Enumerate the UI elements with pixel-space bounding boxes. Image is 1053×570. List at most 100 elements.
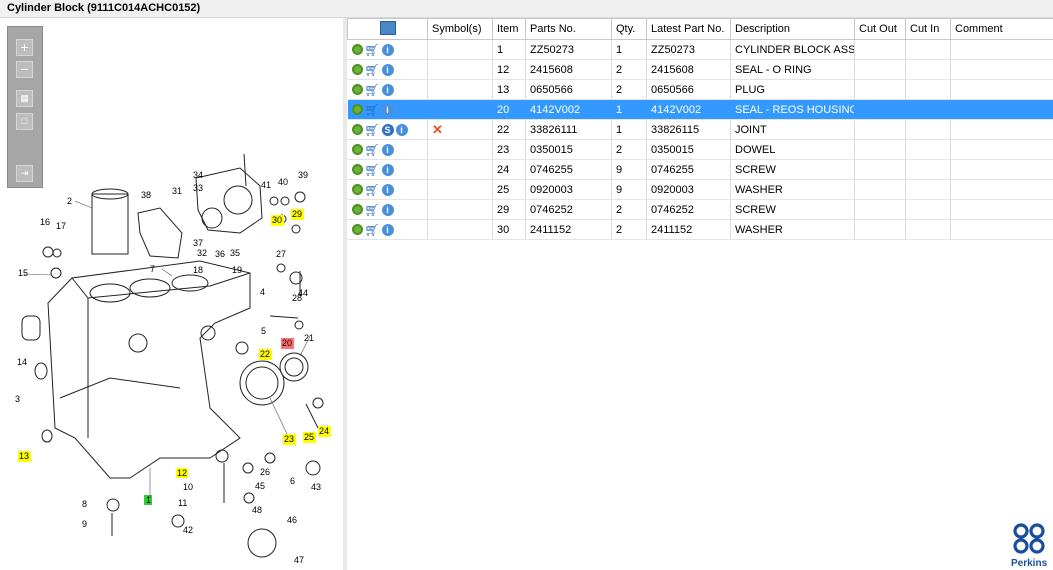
gear-icon[interactable] <box>351 64 363 76</box>
gear-icon[interactable] <box>351 204 363 216</box>
cell-item[interactable]: 12 <box>492 59 526 80</box>
info-icon[interactable]: i <box>381 103 394 116</box>
cell-cut-out[interactable] <box>854 219 906 240</box>
cell-comment[interactable] <box>950 99 1053 120</box>
table-row[interactable]: 🛒︎i1ZZ502731ZZ50273CYLINDER BLOCK ASSEMB… <box>347 39 1053 60</box>
cell-description[interactable]: SEAL - O RING <box>730 59 855 80</box>
cart-icon[interactable]: 🛒︎ <box>365 104 380 116</box>
cart-icon[interactable]: 🛒︎ <box>365 84 380 96</box>
column-header-qty[interactable]: Qty. <box>611 18 647 40</box>
cell-parts-no[interactable]: 2415608 <box>525 59 612 80</box>
cart-icon[interactable]: 🛒︎ <box>365 184 380 196</box>
actual-size-icon[interactable]: □ <box>16 113 33 130</box>
cell-description[interactable]: CYLINDER BLOCK ASSEMBLY <box>730 39 855 60</box>
cell-latest-part-no[interactable]: 2411152 <box>646 219 731 240</box>
cell-cut-out[interactable] <box>854 119 906 140</box>
cell-comment[interactable] <box>950 119 1053 140</box>
cell-item[interactable]: 20 <box>492 99 526 120</box>
cart-icon[interactable]: 🛒︎ <box>365 204 380 216</box>
cell-cut-out[interactable] <box>854 199 906 220</box>
cell-description[interactable]: DOWEL <box>730 139 855 160</box>
cell-qty[interactable]: 9 <box>611 179 647 200</box>
diagram-pane[interactable]: + − ▦ □ ⇥ 1 2 3 4 5 6 7 8 9 10 11 12 13 … <box>0 18 343 570</box>
table-row[interactable]: 🛒︎ i 30 2411152 2 2411152 WASHER <box>347 219 1053 240</box>
cell-latest-part-no[interactable]: 0650566 <box>646 79 731 100</box>
cell-latest-part-no[interactable]: ZZ50273 <box>646 39 731 60</box>
cell-parts-no[interactable]: 33826111 <box>525 119 612 140</box>
gear-icon[interactable] <box>351 144 363 156</box>
fit-page-icon[interactable]: ▦ <box>16 90 33 107</box>
cell-cut-out[interactable] <box>854 99 906 120</box>
cell-cut-out[interactable] <box>854 79 906 100</box>
table-row[interactable]: 🛒︎ i 29 0746252 2 0746252 SCREW <box>347 199 1053 220</box>
column-header-latest-part-no[interactable]: Latest Part No. <box>646 18 731 40</box>
cell-parts-no[interactable]: 0650566 <box>525 79 612 100</box>
cell-cut-in[interactable] <box>905 79 951 100</box>
gear-icon[interactable] <box>351 44 363 56</box>
cell-comment[interactable] <box>950 139 1053 160</box>
cell-item[interactable]: 1 <box>492 39 526 60</box>
cell-cut-in[interactable] <box>905 199 951 220</box>
cell-description[interactable]: WASHER <box>730 179 855 200</box>
cell-cut-in[interactable] <box>905 39 951 60</box>
cell-comment[interactable] <box>950 219 1053 240</box>
cell-cut-in[interactable] <box>905 119 951 140</box>
cell-item[interactable]: 29 <box>492 199 526 220</box>
gear-icon[interactable] <box>351 164 363 176</box>
cell-description[interactable]: WASHER <box>730 219 855 240</box>
cell-qty[interactable]: 2 <box>611 59 647 80</box>
cell-comment[interactable] <box>950 159 1053 180</box>
cell-qty[interactable]: 2 <box>611 139 647 160</box>
cell-description[interactable]: PLUG <box>730 79 855 100</box>
cell-parts-no[interactable]: 0746255 <box>525 159 612 180</box>
info-icon[interactable]: i <box>381 203 394 216</box>
cell-latest-part-no[interactable]: 0350015 <box>646 139 731 160</box>
cell-latest-part-no[interactable]: 33826115 <box>646 119 731 140</box>
cell-description[interactable]: SCREW <box>730 199 855 220</box>
table-row[interactable]: 🛒︎ i 12 2415608 2 2415608 SEAL - O RING <box>347 59 1053 80</box>
cell-item[interactable]: 25 <box>492 179 526 200</box>
cell-latest-part-no[interactable]: 2415608 <box>646 59 731 80</box>
gear-icon[interactable] <box>351 84 363 96</box>
cell-item[interactable]: 24 <box>492 159 526 180</box>
cell-qty[interactable]: 2 <box>611 219 647 240</box>
find-icon[interactable] <box>379 20 396 35</box>
info-icon[interactable]: i <box>381 143 394 156</box>
cell-parts-no[interactable]: 4142V002 <box>525 99 612 120</box>
cell-cut-out[interactable] <box>854 59 906 80</box>
cell-cut-in[interactable] <box>905 59 951 80</box>
column-header-actions[interactable] <box>347 18 428 40</box>
cell-qty[interactable]: 9 <box>611 159 647 180</box>
gear-icon[interactable] <box>351 224 363 236</box>
info-icon[interactable]: i <box>381 63 394 76</box>
service-icon[interactable]: S <box>381 123 394 136</box>
column-header-item[interactable]: Item <box>492 18 526 40</box>
cell-cut-in[interactable] <box>905 179 951 200</box>
cell-cut-in[interactable] <box>905 219 951 240</box>
column-header-parts-no[interactable]: Parts No. <box>525 18 612 40</box>
cell-comment[interactable] <box>950 179 1053 200</box>
info-icon[interactable]: i <box>381 223 394 236</box>
column-header-description[interactable]: Description <box>730 18 855 40</box>
cell-qty[interactable]: 1 <box>611 39 647 60</box>
cell-comment[interactable] <box>950 79 1053 100</box>
table-row[interactable]: 🛒︎ i 25 0920003 9 0920003 WASHER <box>347 179 1053 200</box>
column-header-cut-in[interactable]: Cut In <box>905 18 951 40</box>
table-row[interactable]: 🛒︎ i 13 0650566 2 0650566 PLUG <box>347 79 1053 100</box>
column-header-symbols[interactable]: Symbol(s) <box>427 18 493 40</box>
cart-icon[interactable]: 🛒︎ <box>365 224 380 236</box>
cell-item[interactable]: 30 <box>492 219 526 240</box>
gear-icon[interactable] <box>351 104 363 116</box>
cell-item[interactable]: 22 <box>492 119 526 140</box>
cell-parts-no[interactable]: ZZ50273 <box>525 39 612 60</box>
table-row[interactable]: 🛒︎ i 24 0746255 9 0746255 SCREW <box>347 159 1053 180</box>
cell-qty[interactable]: 2 <box>611 199 647 220</box>
cell-parts-no[interactable]: 0746252 <box>525 199 612 220</box>
info-icon[interactable]: i <box>381 163 394 176</box>
cell-qty[interactable]: 1 <box>611 119 647 140</box>
info-icon[interactable]: i <box>381 43 394 56</box>
table-row[interactable]: 🛒︎ i 20 4142V002 1 4142V002 SEAL - REOS HOUSIN… <box>347 99 1053 120</box>
zoom-in-icon[interactable]: + <box>16 39 33 56</box>
cart-icon[interactable]: 🛒︎ <box>365 144 380 156</box>
cell-latest-part-no[interactable]: 0746252 <box>646 199 731 220</box>
